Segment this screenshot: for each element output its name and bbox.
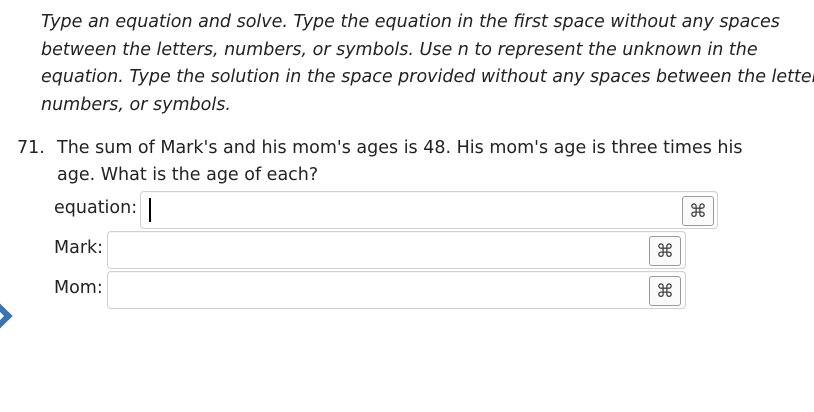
question-text: The sum of Mark's and his mom's ages is … [57, 135, 742, 189]
page: Type an equation and solve. Type the equ… [0, 0, 814, 412]
chevron-right-icon[interactable] [0, 300, 13, 332]
question-line: age. What is the age of each? [57, 165, 319, 185]
mark-label: Mark: [54, 238, 104, 258]
mom-input[interactable] [107, 271, 686, 309]
equation-label: equation: [54, 198, 138, 218]
instruction-line: numbers, or symbols. [41, 94, 231, 115]
text-caret [149, 198, 151, 222]
instruction-line: between the letters, numbers, or symbols… [41, 39, 758, 60]
mark-input[interactable] [107, 231, 686, 269]
instructions: Type an equation and solve. Type the equ… [41, 9, 814, 119]
mark-command-key-icon[interactable]: ⌘ [649, 236, 681, 266]
question-line: The sum of Mark's and his mom's ages is … [57, 138, 743, 158]
instruction-line: equation. Type the solution in the space… [41, 67, 814, 87]
question-number: 71. [17, 138, 45, 158]
mom-label: Mom: [54, 278, 103, 298]
equation-input[interactable] [140, 191, 718, 229]
instruction-line: Type an equation and solve. Type the equ… [41, 12, 780, 32]
equation-command-key-icon[interactable]: ⌘ [682, 196, 714, 226]
mom-command-key-icon[interactable]: ⌘ [649, 276, 681, 306]
